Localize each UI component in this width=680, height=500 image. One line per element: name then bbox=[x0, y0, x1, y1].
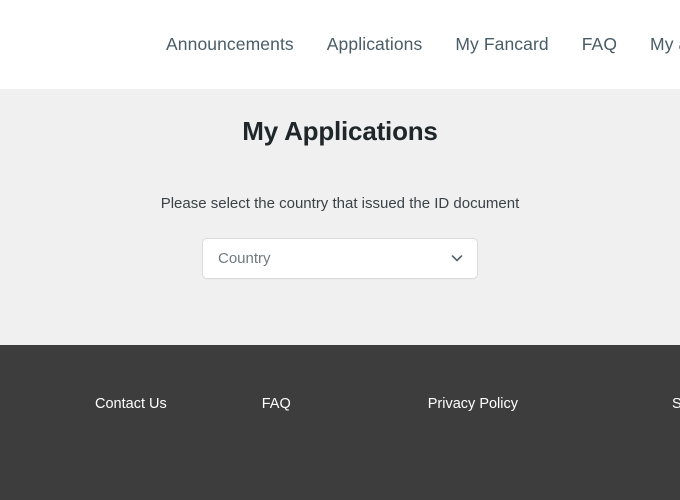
country-select[interactable]: Country bbox=[202, 237, 478, 279]
nav-applications[interactable]: Applications bbox=[327, 35, 423, 54]
footer-inner: Contact Us FAQ Privacy Policy SUPPORT bbox=[0, 345, 680, 500]
footer-support[interactable]: SUPPORT bbox=[672, 397, 680, 412]
footer-privacy-policy[interactable]: Privacy Policy bbox=[428, 397, 518, 412]
page-root: Announcements Applications My Fancard FA… bbox=[0, 0, 680, 500]
country-select-wrapper: Country bbox=[202, 237, 478, 279]
brand-logo[interactable] bbox=[0, 0, 166, 89]
nav-announcements[interactable]: Announcements bbox=[166, 35, 294, 54]
footer-links: Contact Us FAQ Privacy Policy SUPPORT bbox=[0, 397, 680, 412]
page-title: My Applications bbox=[242, 116, 438, 146]
nav-my-fancard[interactable]: My Fancard bbox=[455, 35, 548, 54]
main-content: My Applications Please select the countr… bbox=[0, 89, 680, 345]
country-select-value: Country bbox=[218, 250, 271, 266]
nav-faq[interactable]: FAQ bbox=[582, 35, 617, 54]
footer-faq[interactable]: FAQ bbox=[262, 397, 291, 412]
site-header: Announcements Applications My Fancard FA… bbox=[0, 0, 680, 89]
nav-my-account[interactable]: My account bbox=[650, 35, 680, 54]
header-inner: Announcements Applications My Fancard FA… bbox=[0, 0, 680, 89]
site-footer: Contact Us FAQ Privacy Policy SUPPORT bbox=[0, 345, 680, 500]
footer-contact-us[interactable]: Contact Us bbox=[95, 397, 167, 412]
country-select-prompt: Please select the country that issued th… bbox=[160, 195, 520, 213]
chevron-down-icon bbox=[449, 250, 465, 266]
main-navigation: Announcements Applications My Fancard FA… bbox=[166, 0, 680, 89]
